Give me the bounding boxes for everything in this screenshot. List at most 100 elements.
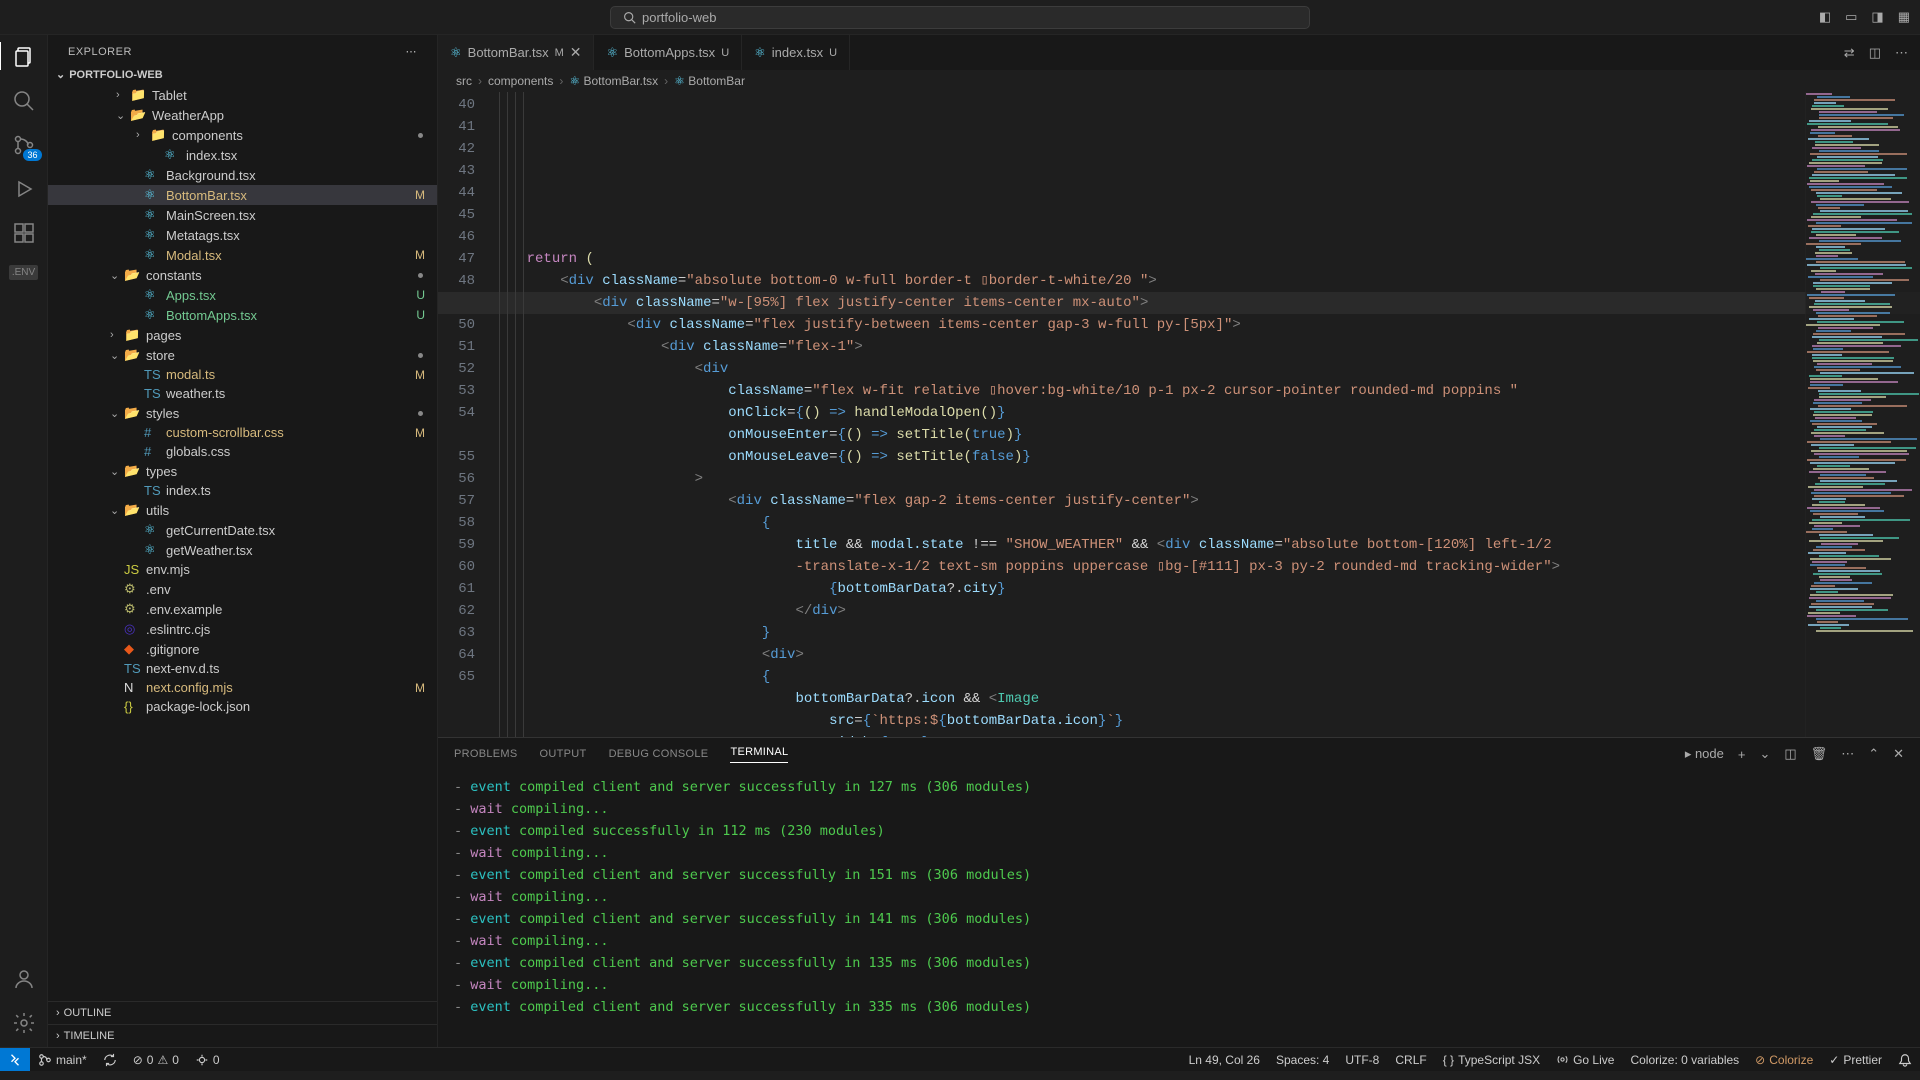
tree-item[interactable]: ⚛index.tsx	[48, 145, 437, 165]
language-mode[interactable]: { } TypeScript JSX	[1435, 1053, 1548, 1067]
tree-item[interactable]: #custom-scrollbar.cssM	[48, 423, 437, 442]
tree-item[interactable]: ⚛Background.tsx	[48, 165, 437, 185]
tree-item[interactable]: TSindex.ts	[48, 481, 437, 500]
tree-item[interactable]: TSnext-env.d.ts	[48, 659, 437, 678]
editor-tab[interactable]: ⚛BottomBar.tsxM✕	[438, 35, 594, 70]
panel-tab-problems[interactable]: PROBLEMS	[454, 748, 518, 760]
layout-sidebar-right-icon[interactable]: ◨	[1871, 9, 1883, 25]
timeline-label: TIMELINE	[64, 1030, 115, 1042]
tree-item[interactable]: ⌄📂store	[48, 345, 437, 365]
go-live[interactable]: Go Live	[1548, 1053, 1622, 1067]
layout-customize-icon[interactable]: ▦	[1898, 9, 1910, 25]
git-branch[interactable]: main*	[30, 1053, 95, 1067]
kill-terminal-icon[interactable]: 🗑	[1811, 746, 1828, 762]
terminal-dropdown-icon[interactable]: ⌄	[1759, 746, 1770, 762]
file-tree[interactable]: ›📁Tablet⌄📂WeatherApp›📁components⚛index.t…	[48, 85, 437, 1001]
panel-tab-output[interactable]: OUTPUT	[540, 748, 587, 760]
port-status[interactable]: 0	[187, 1053, 228, 1067]
project-folder-header[interactable]: ⌄ PORTFOLIO-WEB	[48, 64, 437, 85]
explorer-icon[interactable]	[12, 45, 36, 69]
prettier-status[interactable]: ✓ Prettier	[1821, 1053, 1890, 1067]
encoding[interactable]: UTF-8	[1337, 1053, 1387, 1067]
tree-item[interactable]: ◆.gitignore	[48, 639, 437, 659]
tree-item[interactable]: ›📁pages	[48, 325, 437, 345]
line-numbers: 404142434445464748495051525354 555657585…	[438, 92, 493, 737]
activity-bar: 36 .ENV	[0, 35, 48, 1047]
minimap[interactable]	[1805, 92, 1920, 737]
tree-item[interactable]: ⚛Metatags.tsx	[48, 225, 437, 245]
tree-item[interactable]: Nnext.config.mjsM	[48, 678, 437, 697]
tree-item[interactable]: ⚛getCurrentDate.tsx	[48, 520, 437, 540]
cursor-position[interactable]: Ln 49, Col 26	[1181, 1053, 1268, 1067]
code-content[interactable]: return ( <div className="absolute bottom…	[493, 92, 1920, 737]
settings-gear-icon[interactable]	[12, 1011, 36, 1035]
sync-changes[interactable]	[95, 1053, 125, 1067]
timeline-section[interactable]: › TIMELINE	[48, 1024, 437, 1047]
tree-item[interactable]: ⚛Modal.tsxM	[48, 245, 437, 265]
tree-item[interactable]: ⚙.env	[48, 579, 437, 599]
sidebar-explorer: EXPLORER ⋯ ⌄ PORTFOLIO-WEB ›📁Tablet⌄📂Wea…	[48, 35, 438, 1047]
tree-item[interactable]: ⌄📂utils	[48, 500, 437, 520]
outline-section[interactable]: › OUTLINE	[48, 1001, 437, 1024]
new-terminal-icon[interactable]: +	[1738, 747, 1746, 762]
command-center-search[interactable]: portfolio-web	[610, 6, 1310, 29]
tree-item[interactable]: ›📁Tablet	[48, 85, 437, 105]
status-bar: main* ⊘0 ⚠0 0 Ln 49, Col 26 Spaces: 4 UT…	[0, 1047, 1920, 1071]
code-editor[interactable]: 404142434445464748495051525354 555657585…	[438, 92, 1920, 737]
colorize-toggle[interactable]: ⊘ Colorize	[1747, 1053, 1821, 1067]
tree-item[interactable]: ⚛Apps.tsxU	[48, 285, 437, 305]
panel-tab-debug[interactable]: DEBUG CONSOLE	[609, 748, 709, 760]
tree-item[interactable]: ⚛getWeather.tsx	[48, 540, 437, 560]
terminal-more-icon[interactable]: ⋯	[1841, 746, 1854, 762]
tree-item[interactable]: ⚛MainScreen.tsx	[48, 205, 437, 225]
tree-item[interactable]: ⌄📂styles	[48, 403, 437, 423]
terminal-output[interactable]: - event compiled client and server succe…	[438, 770, 1920, 1047]
tree-item[interactable]: ⚛BottomApps.tsxU	[48, 305, 437, 325]
more-icon[interactable]: ⋯	[1895, 45, 1908, 61]
tree-item[interactable]: {}package-lock.json	[48, 697, 437, 716]
panel-tab-terminal[interactable]: TERMINAL	[730, 746, 788, 763]
breadcrumb[interactable]: src›components›⚛ BottomBar.tsx›⚛ BottomB…	[438, 70, 1920, 92]
tree-item[interactable]: ⚙.env.example	[48, 599, 437, 619]
colorize-vars[interactable]: Colorize: 0 variables	[1622, 1053, 1747, 1067]
search-icon[interactable]	[12, 89, 36, 113]
tree-item[interactable]: ⌄📂types	[48, 461, 437, 481]
tree-item[interactable]: ⌄📂WeatherApp	[48, 105, 437, 125]
tree-item[interactable]: TSmodal.tsM	[48, 365, 437, 384]
remote-indicator[interactable]	[0, 1048, 30, 1071]
problems-status[interactable]: ⊘0 ⚠0	[125, 1053, 187, 1067]
editor-tab[interactable]: ⚛BottomApps.tsxU	[594, 35, 742, 70]
extensions-icon[interactable]	[12, 221, 36, 245]
layout-panel-icon[interactable]: ▭	[1845, 9, 1857, 25]
titlebar: portfolio-web ◧ ▭ ◨ ▦	[0, 0, 1920, 35]
compare-icon[interactable]: ⇄	[1844, 45, 1855, 61]
tab-actions: ⇄ ◫ ⋯	[1844, 35, 1920, 70]
tree-item[interactable]: ⚛BottomBar.tsxM	[48, 185, 437, 205]
indentation[interactable]: Spaces: 4	[1268, 1053, 1337, 1067]
tree-item[interactable]: ◎.eslintrc.cjs	[48, 619, 437, 639]
notifications-icon[interactable]	[1890, 1053, 1920, 1067]
tree-item[interactable]: ⌄📂constants	[48, 265, 437, 285]
split-editor-icon[interactable]: ◫	[1869, 45, 1881, 61]
tree-item[interactable]: #globals.css	[48, 442, 437, 461]
explorer-more-icon[interactable]: ⋯	[406, 45, 418, 58]
scm-badge: 36	[23, 149, 41, 161]
tree-item[interactable]: JSenv.mjs	[48, 560, 437, 579]
titlebar-layout-icons: ◧ ▭ ◨ ▦	[1819, 9, 1910, 25]
eol[interactable]: CRLF	[1387, 1053, 1434, 1067]
layout-sidebar-left-icon[interactable]: ◧	[1819, 9, 1831, 25]
search-text: portfolio-web	[642, 10, 716, 25]
terminal-shell-label[interactable]: ▸ node	[1685, 746, 1724, 762]
split-terminal-icon[interactable]: ◫	[1784, 746, 1796, 762]
chevron-right-icon: ›	[56, 1007, 60, 1019]
dotenv-icon[interactable]: .ENV	[9, 265, 38, 280]
close-panel-icon[interactable]: ✕	[1893, 746, 1904, 762]
tree-item[interactable]: ›📁components	[48, 125, 437, 145]
accounts-icon[interactable]	[12, 967, 36, 991]
maximize-panel-icon[interactable]: ⌃	[1868, 746, 1879, 762]
editor-tab[interactable]: ⚛index.tsxU	[742, 35, 850, 70]
tree-item[interactable]: TSweather.ts	[48, 384, 437, 403]
run-debug-icon[interactable]	[12, 177, 36, 201]
source-control-icon[interactable]: 36	[12, 133, 36, 157]
close-tab-icon[interactable]: ✕	[570, 44, 582, 61]
